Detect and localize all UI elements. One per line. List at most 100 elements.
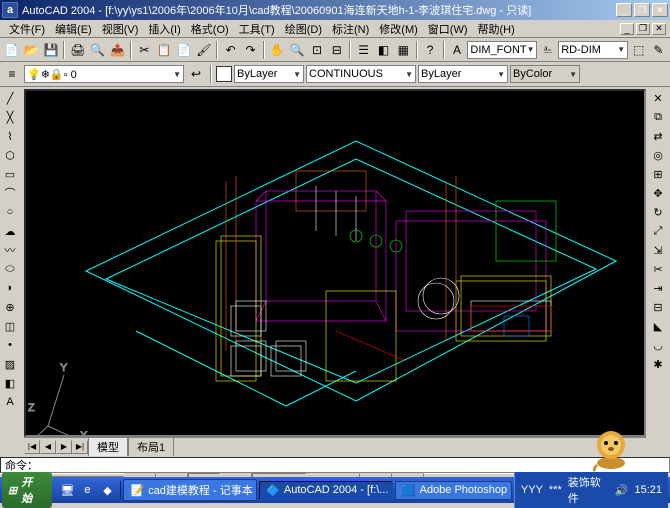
color-select[interactable]: ByLayer bbox=[234, 65, 304, 83]
save-icon[interactable]: 💾 bbox=[42, 40, 61, 60]
copy-icon[interactable]: 📋 bbox=[155, 40, 174, 60]
menu-help[interactable]: 帮助(H) bbox=[473, 20, 520, 38]
redo-icon[interactable]: ↷ bbox=[241, 40, 260, 60]
linetype-select[interactable]: CONTINUOUS bbox=[306, 65, 416, 83]
dim-style-icon[interactable]: ⎁ bbox=[538, 40, 557, 60]
cut-icon[interactable]: ✂ bbox=[135, 40, 154, 60]
task-photoshop[interactable]: 🟦 Adobe Photoshop bbox=[395, 481, 512, 500]
task-autocad[interactable]: 🔷 AutoCAD 2004 - [f:\... bbox=[259, 481, 393, 500]
zoom-prev-icon[interactable]: ⊟ bbox=[327, 40, 346, 60]
xline-icon[interactable]: ╳ bbox=[1, 108, 19, 126]
ellipse-arc-icon[interactable]: ◗ bbox=[1, 279, 19, 297]
open-icon[interactable]: 📂 bbox=[22, 40, 41, 60]
text-icon[interactable]: A bbox=[1, 393, 19, 411]
maximize-button[interactable]: ❐ bbox=[634, 3, 650, 17]
design-center-icon[interactable]: ◧ bbox=[374, 40, 393, 60]
arc-icon[interactable]: ⌒ bbox=[1, 184, 19, 202]
break-icon[interactable]: ⊟ bbox=[649, 298, 667, 316]
revcloud-icon[interactable]: ☁ bbox=[1, 222, 19, 240]
zoom-window-icon[interactable]: ⊡ bbox=[308, 40, 327, 60]
fillet-icon[interactable]: ◡ bbox=[649, 336, 667, 354]
layer-prev-icon[interactable]: ↩ bbox=[186, 64, 206, 84]
minimize-button[interactable]: _ bbox=[616, 3, 632, 17]
menu-modify[interactable]: 修改(M) bbox=[374, 20, 423, 38]
paste-icon[interactable]: 📄 bbox=[175, 40, 194, 60]
dim-edit-icon[interactable]: ✎ bbox=[649, 40, 668, 60]
point-icon[interactable]: • bbox=[1, 336, 19, 354]
stretch-icon[interactable]: ⇲ bbox=[649, 241, 667, 259]
erase-icon[interactable]: ✕ bbox=[649, 89, 667, 107]
tab-prev-icon[interactable]: ◀ bbox=[40, 440, 56, 454]
spline-icon[interactable]: 〰 bbox=[1, 241, 19, 259]
tab-layout1[interactable]: 布局1 bbox=[128, 437, 174, 456]
layer-manager-icon[interactable]: ≡ bbox=[2, 64, 22, 84]
dim-font-select[interactable]: DIM_FONT bbox=[467, 41, 537, 59]
plotstyle-select[interactable]: ByColor bbox=[510, 65, 580, 83]
rd-dim-select[interactable]: RD-DIM bbox=[558, 41, 628, 59]
print-icon[interactable]: 🖨 bbox=[68, 40, 87, 60]
help-icon[interactable]: ? bbox=[421, 40, 440, 60]
tab-next-icon[interactable]: ▶ bbox=[56, 440, 72, 454]
offset-icon[interactable]: ◎ bbox=[649, 146, 667, 164]
layer-select[interactable]: 💡❄🔒▫ 0 bbox=[24, 65, 184, 83]
chamfer-icon[interactable]: ◣ bbox=[649, 317, 667, 335]
move-icon[interactable]: ✥ bbox=[649, 184, 667, 202]
ql-app-icon[interactable]: ◆ bbox=[98, 481, 116, 499]
mirror-icon[interactable]: ⇄ bbox=[649, 127, 667, 145]
color-swatch[interactable] bbox=[216, 66, 232, 82]
publish-icon[interactable]: 📤 bbox=[108, 40, 127, 60]
task-notepad[interactable]: 📝 cad建模教程 - 记事本 bbox=[123, 479, 257, 501]
circle-icon[interactable]: ○ bbox=[1, 203, 19, 221]
preview-icon[interactable]: 🔍 bbox=[88, 40, 107, 60]
copy-obj-icon[interactable]: ⧉ bbox=[649, 108, 667, 126]
doc-minimize-button[interactable]: _ bbox=[620, 23, 634, 35]
tab-model[interactable]: 模型 bbox=[88, 437, 128, 456]
match-icon[interactable]: 🖌 bbox=[194, 40, 213, 60]
menu-dimension[interactable]: 标注(N) bbox=[327, 20, 374, 38]
command-line[interactable]: 命令： bbox=[0, 457, 670, 473]
assistant-lion-icon[interactable] bbox=[587, 425, 635, 473]
trim-icon[interactable]: ✂ bbox=[649, 260, 667, 278]
zoom-icon[interactable]: 🔍 bbox=[288, 40, 307, 60]
menu-file[interactable]: 文件(F) bbox=[4, 20, 50, 38]
menu-view[interactable]: 视图(V) bbox=[97, 20, 144, 38]
rotate-icon[interactable]: ↻ bbox=[649, 203, 667, 221]
menu-tools[interactable]: 工具(T) bbox=[234, 20, 280, 38]
lineweight-select[interactable]: ByLayer bbox=[418, 65, 508, 83]
new-icon[interactable]: 📄 bbox=[2, 40, 21, 60]
pline-icon[interactable]: ⌇ bbox=[1, 127, 19, 145]
tool-palette-icon[interactable]: ▦ bbox=[394, 40, 413, 60]
menu-window[interactable]: 窗口(W) bbox=[423, 20, 473, 38]
ellipse-icon[interactable]: ⬭ bbox=[1, 260, 19, 278]
rectangle-icon[interactable]: ▭ bbox=[1, 165, 19, 183]
undo-icon[interactable]: ↶ bbox=[221, 40, 240, 60]
clock[interactable]: 15:21 bbox=[634, 484, 662, 496]
menu-edit[interactable]: 编辑(E) bbox=[50, 20, 97, 38]
scale-icon[interactable]: ⤢ bbox=[649, 222, 667, 240]
tab-last-icon[interactable]: ▶| bbox=[72, 440, 88, 454]
viewport[interactable]: X Y Z bbox=[24, 89, 646, 437]
menu-insert[interactable]: 插入(I) bbox=[143, 20, 185, 38]
block-icon[interactable]: ◫ bbox=[1, 317, 19, 335]
line-icon[interactable]: ╱ bbox=[1, 89, 19, 107]
close-button[interactable]: ✕ bbox=[652, 3, 668, 17]
menu-draw[interactable]: 绘图(D) bbox=[280, 20, 327, 38]
ql-ie-icon[interactable]: e bbox=[78, 481, 96, 499]
array-icon[interactable]: ⊞ bbox=[649, 165, 667, 183]
hatch-icon[interactable]: ▨ bbox=[1, 355, 19, 373]
properties-icon[interactable]: ☰ bbox=[354, 40, 373, 60]
pan-icon[interactable]: ✋ bbox=[268, 40, 287, 60]
doc-restore-button[interactable]: ❐ bbox=[636, 23, 650, 35]
menu-format[interactable]: 格式(O) bbox=[186, 20, 234, 38]
polygon-icon[interactable]: ⬡ bbox=[1, 146, 19, 164]
dim-icon[interactable]: A bbox=[448, 40, 467, 60]
ql-desktop-icon[interactable]: 🖥 bbox=[58, 481, 76, 499]
doc-close-button[interactable]: ✕ bbox=[652, 23, 666, 35]
tray-icon[interactable]: 🔊 bbox=[615, 484, 629, 497]
insert-icon[interactable]: ⊕ bbox=[1, 298, 19, 316]
tab-first-icon[interactable]: |◀ bbox=[24, 440, 40, 454]
explode-icon[interactable]: ✱ bbox=[649, 355, 667, 373]
dim-update-icon[interactable]: ⬚ bbox=[629, 40, 648, 60]
extend-icon[interactable]: ⇥ bbox=[649, 279, 667, 297]
region-icon[interactable]: ◧ bbox=[1, 374, 19, 392]
